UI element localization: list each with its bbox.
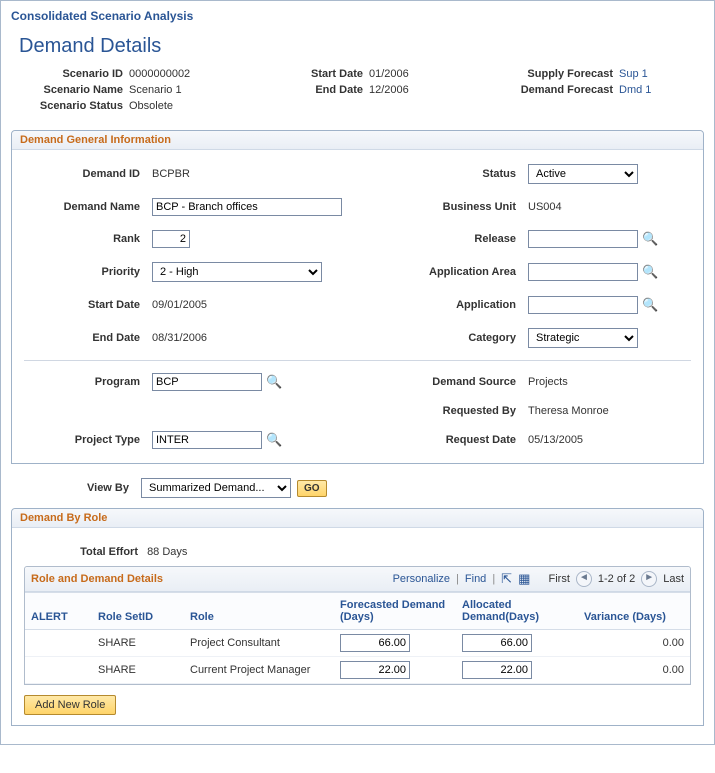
prev-page-icon[interactable]: ◄ [576,571,592,587]
program-label: Program [24,376,144,388]
cell-variance: 0.00 [578,657,690,684]
breadcrumb[interactable]: Consolidated Scenario Analysis [9,5,706,31]
gen-start-date-label: Start Date [24,299,144,311]
priority-select[interactable]: 2 - High [152,262,322,282]
release-lookup-icon[interactable]: 🔍 [642,232,656,246]
allocated-input[interactable] [462,634,532,652]
view-by-select[interactable]: Summarized Demand... [141,478,291,498]
col-role-setid[interactable]: Role SetID [92,593,184,630]
col-forecasted[interactable]: Forecasted Demand (Days) [334,593,456,630]
application-area-input[interactable] [528,263,638,281]
allocated-input[interactable] [462,661,532,679]
end-date-label: End Date [269,84,369,96]
release-input[interactable] [528,230,638,248]
table-row: SHAREProject Consultant 0.00 [25,630,690,657]
scenario-id-value: 0000000002 [129,68,269,80]
rank-label: Rank [24,233,144,245]
grid-icon[interactable]: ▦ [518,571,530,587]
col-alert[interactable]: ALERT [25,593,92,630]
demand-source-value: Projects [528,376,708,388]
demand-forecast-link[interactable]: Dmd 1 [619,84,679,96]
requested-by-label: Requested By [360,405,520,417]
scenario-name-label: Scenario Name [19,84,129,96]
section-title-general: Demand General Information [12,131,703,150]
request-date-value: 05/13/2005 [528,434,708,446]
start-date-label: Start Date [269,68,369,80]
category-select[interactable]: Strategic [528,328,638,348]
priority-label: Priority [24,266,144,278]
col-allocated[interactable]: Allocated Demand(Days) [456,593,578,630]
sub-section-title: Role and Demand Details [31,573,163,585]
rank-input[interactable] [152,230,190,248]
last-label: Last [663,573,684,585]
col-role[interactable]: Role [184,593,334,630]
scenario-status-value: Obsolete [129,100,269,112]
find-link[interactable]: Find [465,573,486,585]
first-label: First [549,573,570,585]
add-new-role-button[interactable]: Add New Role [24,695,116,715]
application-input[interactable] [528,296,638,314]
project-type-input[interactable] [152,431,262,449]
next-page-icon[interactable]: ► [641,571,657,587]
cell-forecasted [334,657,456,684]
status-select[interactable]: Active [528,164,638,184]
project-type-lookup-icon[interactable]: 🔍 [266,433,280,447]
table-row: SHARECurrent Project Manager 0.00 [25,657,690,684]
demand-source-label: Demand Source [360,376,520,388]
business-unit-value: US004 [528,201,708,213]
cell-role: Current Project Manager [184,657,334,684]
scenario-status-label: Scenario Status [19,100,129,112]
forecasted-input[interactable] [340,661,410,679]
category-label: Category [360,332,520,344]
zoom-icon[interactable]: ⇱ [501,571,512,587]
end-date-value: 12/2006 [369,84,479,96]
application-area-lookup-icon[interactable]: 🔍 [642,265,656,279]
col-variance[interactable]: Variance (Days) [578,593,690,630]
view-by-label: View By [19,482,135,494]
application-area-label: Application Area [360,266,520,278]
status-label: Status [360,168,520,180]
demand-name-label: Demand Name [24,201,144,213]
cell-alert [25,630,92,657]
request-date-label: Request Date [360,434,520,446]
total-effort-label: Total Effort [58,546,138,558]
demand-name-input[interactable] [152,198,342,216]
requested-by-value: Theresa Monroe [528,405,708,417]
cell-forecasted [334,630,456,657]
program-input[interactable] [152,373,262,391]
go-button[interactable]: GO [297,480,327,497]
gen-end-date-value: 08/31/2006 [152,332,352,344]
total-effort-value: 88 Days [147,546,187,558]
scenario-name-value: Scenario 1 [129,84,269,96]
cell-allocated [456,657,578,684]
scenario-id-label: Scenario ID [19,68,129,80]
program-lookup-icon[interactable]: 🔍 [266,375,280,389]
cell-variance: 0.00 [578,630,690,657]
start-date-value: 01/2006 [369,68,479,80]
business-unit-label: Business Unit [360,201,520,213]
pager-text: 1-2 of 2 [598,573,635,585]
demand-id-label: Demand ID [24,168,144,180]
cell-role-setid: SHARE [92,657,184,684]
section-title-by-role: Demand By Role [12,509,703,528]
application-label: Application [360,299,520,311]
forecasted-input[interactable] [340,634,410,652]
personalize-link[interactable]: Personalize [393,573,450,585]
demand-id-value: BCPBR [152,168,352,180]
demand-forecast-label: Demand Forecast [479,84,619,96]
application-lookup-icon[interactable]: 🔍 [642,298,656,312]
page-title: Demand Details [19,35,702,58]
gen-start-date-value: 09/01/2005 [152,299,352,311]
cell-allocated [456,630,578,657]
release-label: Release [360,233,520,245]
gen-end-date-label: End Date [24,332,144,344]
cell-role-setid: SHARE [92,630,184,657]
supply-forecast-label: Supply Forecast [479,68,619,80]
cell-alert [25,657,92,684]
cell-role: Project Consultant [184,630,334,657]
supply-forecast-link[interactable]: Sup 1 [619,68,679,80]
project-type-label: Project Type [24,434,144,446]
